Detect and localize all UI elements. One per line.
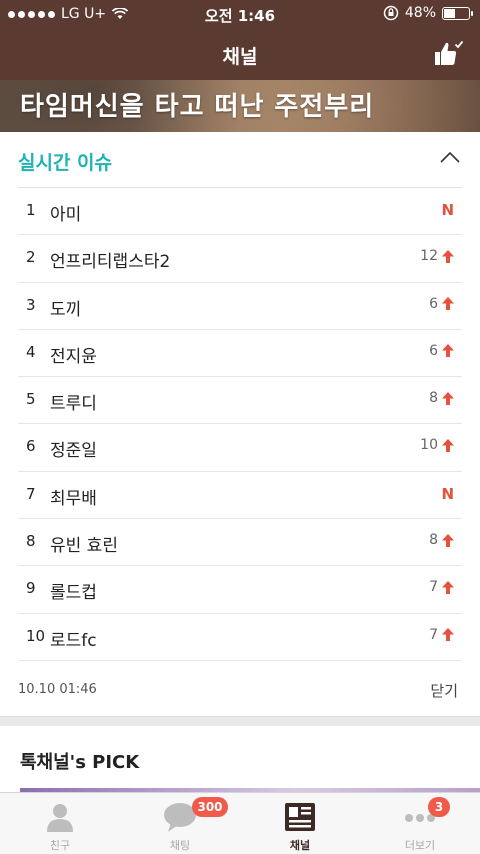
battery-percent: 48% (404, 5, 436, 21)
tab-bar: 친구 300 채팅 채널 3 더보기 (0, 792, 480, 854)
issue-rank: 1 (26, 201, 36, 219)
pick-section: 톡채널's PICK (0, 726, 480, 792)
rank-change: 6 (429, 296, 454, 312)
updated-timestamp: 10.10 01:46 (18, 682, 97, 697)
realtime-issue-list: 1 아미 N 2 언프리티랩스타2 12 3 도끼 6 4 전지윤 6 5 트루디 8 6 정준일 10 7 최무배 N… (18, 188, 462, 661)
chevron-up-icon[interactable] (440, 150, 460, 164)
rank-change: N (441, 201, 454, 219)
nav-bar: 채널 (0, 28, 480, 80)
rank-change: 10 (420, 437, 454, 453)
issue-keyword: 유빈 효린 (50, 536, 118, 557)
new-entry-badge: N (441, 484, 454, 503)
pick-title: 톡채널's PICK (20, 752, 140, 773)
tab-label: 채팅 (169, 839, 191, 852)
issue-row[interactable]: 8 유빈 효린 8 (18, 519, 462, 567)
rank-up-arrow-icon (442, 438, 454, 452)
rank-up-arrow-icon (442, 249, 454, 263)
issue-rank: 5 (26, 390, 36, 409)
rank-change: 12 (420, 248, 454, 264)
battery-icon (442, 6, 473, 20)
realtime-issue-title: 실시간 이슈 (18, 152, 113, 174)
issue-rank: 3 (26, 295, 36, 314)
rank-change: 7 (429, 627, 454, 643)
issue-row[interactable]: 2 언프리티랩스타2 12 (18, 235, 462, 283)
rank-up-arrow-icon (442, 533, 454, 547)
rank-up-arrow-icon (442, 391, 454, 405)
tab-more[interactable]: 3 더보기 (360, 793, 480, 854)
rank-change-value: 8 (429, 390, 438, 407)
issue-keyword: 로드fc (50, 630, 97, 651)
rank-up-arrow-icon (442, 344, 454, 358)
status-bar: LG U+ 오전 1:46 48% (0, 0, 480, 28)
tab-friends[interactable]: 친구 (0, 793, 120, 854)
issue-keyword: 전지윤 (50, 346, 97, 367)
issue-rank: 6 (26, 437, 36, 456)
rank-change: N (441, 485, 454, 503)
tab-chats[interactable]: 300 채팅 (120, 793, 240, 854)
rank-change: 8 (429, 532, 454, 548)
tab-channel[interactable]: 채널 (240, 793, 360, 854)
orientation-lock-icon (383, 5, 399, 21)
issue-rank: 8 (26, 532, 36, 551)
issue-rank: 10 (26, 626, 46, 645)
issue-keyword: 트루디 (50, 394, 97, 415)
issue-row[interactable]: 3 도끼 6 (18, 283, 462, 330)
rank-change: 6 (429, 343, 454, 359)
issue-row[interactable]: 7 최무배 N (18, 472, 462, 520)
issue-keyword: 최무배 (50, 488, 97, 509)
thumbs-up-check-icon[interactable] (432, 40, 464, 68)
issue-row[interactable]: 4 전지윤 6 (18, 330, 462, 378)
rank-up-arrow-icon (442, 297, 454, 311)
section-divider (0, 716, 480, 726)
close-button[interactable]: 닫기 (430, 680, 458, 701)
page-title: 채널 (222, 46, 258, 68)
tab-label: 친구 (49, 839, 71, 852)
realtime-issue-header[interactable]: 실시간 이슈 (18, 132, 462, 188)
realtime-issue-footer: 10.10 01:46 닫기 (18, 666, 462, 710)
rank-change-value: 7 (429, 626, 438, 643)
rank-change-value: 12 (420, 248, 438, 265)
banner-text: 타임머신을 타고 떠난 주전부리 (20, 92, 375, 122)
rank-change: 8 (429, 390, 454, 406)
issue-row[interactable]: 6 정준일 10 (18, 424, 462, 472)
new-entry-badge: N (441, 201, 454, 219)
issue-keyword: 도끼 (50, 299, 82, 320)
chat-count-badge: 300 (192, 797, 228, 817)
tab-label: 더보기 (404, 839, 436, 852)
issue-row[interactable]: 1 아미 N (18, 188, 462, 236)
rank-up-arrow-icon (442, 580, 454, 594)
person-icon (47, 804, 73, 832)
rank-up-arrow-icon (442, 628, 454, 642)
more-count-badge: 3 (428, 797, 450, 817)
rank-change: 7 (429, 579, 454, 595)
issue-keyword: 언프리티랩스타2 (50, 252, 171, 273)
issue-row[interactable]: 10 로드fc 7 (18, 614, 462, 661)
issue-keyword: 정준일 (50, 441, 97, 462)
tab-label: 채널 (289, 839, 311, 852)
issue-rank: 7 (26, 484, 36, 503)
rank-change-value: 10 (420, 437, 438, 454)
issue-row[interactable]: 5 트루디 8 (18, 377, 462, 425)
rank-change-value: 6 (429, 342, 438, 359)
rank-change-value: 8 (429, 532, 438, 549)
rank-change-value: 6 (429, 295, 438, 312)
rank-change-value: 7 (429, 579, 438, 596)
channel-banner[interactable]: 타임머신을 타고 떠난 주전부리 (0, 80, 480, 132)
channel-news-icon (285, 803, 315, 831)
issue-rank: 4 (26, 342, 36, 361)
issue-rank: 2 (26, 248, 36, 267)
issue-keyword: 롤드컵 (50, 583, 97, 604)
issue-rank: 9 (26, 579, 36, 598)
issue-row[interactable]: 9 롤드컵 7 (18, 566, 462, 614)
issue-keyword: 아미 (50, 205, 82, 225)
